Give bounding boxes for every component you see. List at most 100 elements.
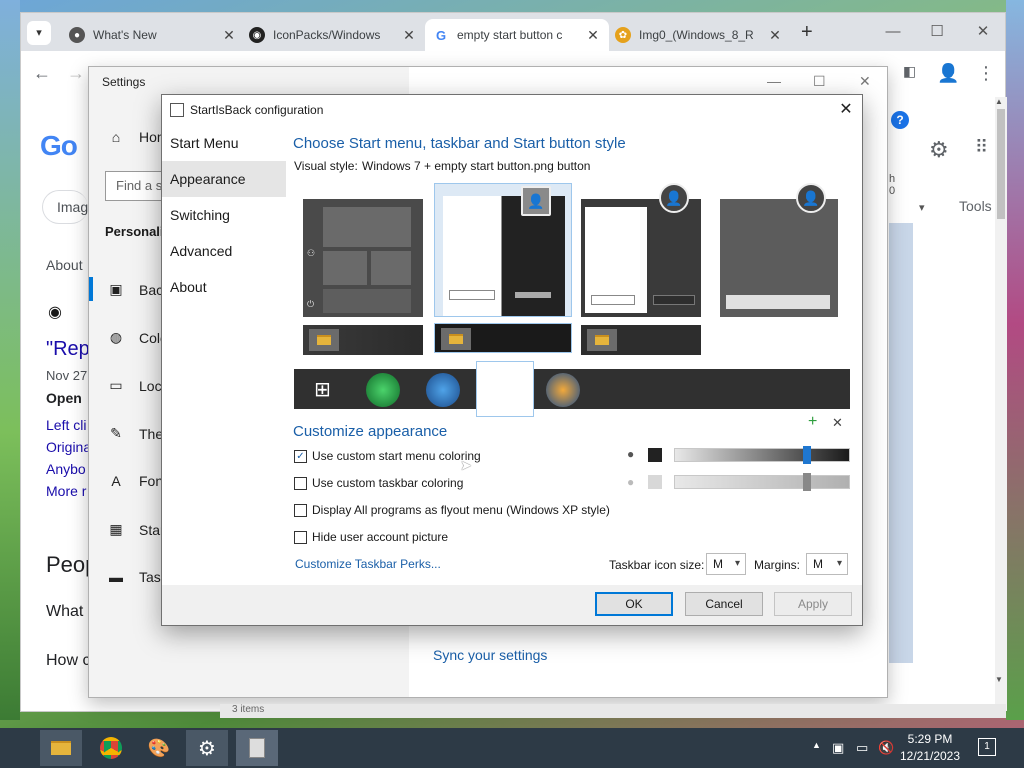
- windows-logo-icon[interactable]: ⊞: [314, 377, 331, 402]
- sync-settings-link[interactable]: Sync your settings: [433, 647, 547, 663]
- file-explorer-button[interactable]: [40, 730, 82, 766]
- close-icon[interactable]: ✕: [401, 27, 417, 44]
- dialog-nav-about[interactable]: About: [162, 269, 286, 305]
- taskbar-style-2-selected[interactable]: [434, 323, 572, 353]
- folder-icon: [587, 329, 617, 351]
- close-icon[interactable]: ✕: [834, 98, 858, 122]
- people-q2[interactable]: How c: [46, 652, 90, 670]
- settings-nav-taskbar[interactable]: ▬ Task: [105, 569, 168, 585]
- display-icon[interactable]: ▭: [856, 740, 868, 756]
- menu-style-windows7-dark[interactable]: 👤: [581, 183, 701, 317]
- menu-style-windows-vista[interactable]: 👤: [720, 183, 838, 317]
- light-color-swatch[interactable]: [648, 475, 662, 489]
- taskbar-style-1[interactable]: [303, 325, 423, 355]
- close-icon[interactable]: ✕: [767, 27, 783, 44]
- tab-search-button[interactable]: ▾: [27, 21, 51, 45]
- tab-whats-new[interactable]: ● What's New ✕: [61, 19, 245, 51]
- new-tab-button[interactable]: +: [801, 21, 813, 44]
- scrollbar-thumb[interactable]: [997, 109, 1005, 219]
- tab-iconpacks[interactable]: ◉ IconPacks/Windows ✕: [241, 19, 425, 51]
- settings-nav-lock[interactable]: ▭ Lock: [105, 377, 168, 394]
- section-title: Personali: [105, 224, 164, 239]
- settings-button[interactable]: ⚙: [186, 730, 228, 766]
- tab-google-search[interactable]: G empty start button c ✕: [425, 19, 609, 51]
- settings-nav-themes[interactable]: ✎ Ther: [105, 425, 168, 442]
- windows-orb-icon[interactable]: [546, 373, 580, 407]
- minimize-button[interactable]: —: [767, 73, 781, 89]
- user-avatar-icon: 👤: [659, 183, 689, 213]
- visual-style-label: Visual style:: [294, 159, 358, 173]
- help-icon[interactable]: ?: [891, 111, 909, 129]
- menu-style-windows7-selected[interactable]: 👤: [434, 183, 572, 317]
- profile-icon[interactable]: 👤: [937, 63, 959, 84]
- dark-color-swatch[interactable]: [648, 448, 662, 462]
- checkbox[interactable]: [294, 503, 307, 517]
- tab-img0[interactable]: ✿ Img0_(Windows_8_R ✕: [607, 19, 791, 51]
- result-link-2[interactable]: Origina: [46, 439, 91, 455]
- checkbox[interactable]: [294, 530, 307, 544]
- dialog-nav-start-menu[interactable]: Start Menu: [162, 125, 286, 161]
- icon-size-select[interactable]: M ▾: [706, 553, 746, 575]
- result-link-1[interactable]: Left cli: [46, 417, 86, 433]
- margins-select[interactable]: M ▾: [806, 553, 848, 575]
- apps-grid-icon[interactable]: ⠿: [975, 137, 988, 158]
- settings-nav-fonts[interactable]: A Font: [105, 473, 167, 489]
- wallpaper-right: [1006, 0, 1024, 720]
- clover-orb-icon[interactable]: [366, 373, 400, 407]
- close-window-button[interactable]: ✕: [859, 73, 871, 90]
- menu-dots-icon[interactable]: ⋮: [977, 63, 995, 84]
- scroll-up-arrow-icon[interactable]: ▲: [995, 97, 1003, 106]
- scroll-down-arrow-icon[interactable]: ▼: [995, 675, 1003, 684]
- sidepanel-icon[interactable]: ◧: [903, 63, 916, 80]
- dialog-nav-appearance[interactable]: Appearance: [162, 161, 286, 197]
- apply-button[interactable]: Apply: [774, 592, 852, 616]
- paint-button[interactable]: 🎨: [138, 730, 180, 766]
- option-custom-start-menu-coloring[interactable]: ✓ Use custom start menu coloring: [294, 449, 481, 463]
- maximize-button[interactable]: ☐: [923, 19, 951, 45]
- settings-nav-start[interactable]: ▦ Start: [105, 521, 168, 538]
- add-icon[interactable]: +: [808, 413, 817, 431]
- ok-button[interactable]: OK: [595, 592, 673, 616]
- notification-badge[interactable]: 1: [978, 738, 996, 756]
- option-flyout-menu[interactable]: Display All programs as flyout menu (Win…: [294, 503, 610, 517]
- network-icon[interactable]: ▣: [832, 740, 844, 756]
- slider-thumb[interactable]: [803, 446, 811, 464]
- minimize-button[interactable]: —: [879, 19, 907, 45]
- settings-gear-icon[interactable]: ⚙: [929, 137, 949, 163]
- result-title[interactable]: "Rep: [46, 338, 90, 361]
- option-custom-taskbar-coloring[interactable]: Use custom taskbar coloring: [294, 476, 463, 490]
- settings-nav-colors[interactable]: ◍ Colo: [105, 329, 168, 346]
- checkbox[interactable]: [294, 476, 307, 490]
- option-hide-user-picture[interactable]: Hide user account picture: [294, 530, 448, 544]
- customize-taskbar-perks-link[interactable]: Customize Taskbar Perks...: [295, 557, 441, 571]
- result-link-4[interactable]: More r: [46, 483, 86, 499]
- back-arrow-icon[interactable]: ←: [33, 63, 51, 84]
- chrome-button[interactable]: [90, 730, 132, 766]
- checkbox-checked[interactable]: ✓: [294, 449, 307, 463]
- result-link-3[interactable]: Anybo: [46, 461, 86, 477]
- forward-arrow-icon[interactable]: →: [67, 63, 85, 84]
- close-icon[interactable]: ✕: [221, 27, 237, 44]
- maximize-button[interactable]: ☐: [813, 73, 826, 90]
- chevron-up-icon[interactable]: ▲: [812, 740, 821, 750]
- start-menu-color-slider[interactable]: [674, 446, 850, 464]
- chevron-down-icon[interactable]: ▾: [919, 201, 925, 214]
- empty-orb-selected[interactable]: [476, 361, 534, 417]
- cancel-button[interactable]: Cancel: [685, 592, 763, 616]
- people-q1[interactable]: What: [46, 603, 83, 621]
- close-icon[interactable]: ✕: [585, 27, 601, 44]
- menu-style-windows10[interactable]: ⚇ ⏻: [303, 199, 423, 317]
- startisback-button[interactable]: [236, 730, 278, 766]
- settings-home[interactable]: ⌂ Hom: [105, 129, 169, 145]
- windows7-orb-icon[interactable]: [426, 373, 460, 407]
- clock[interactable]: 5:29 PM 12/21/2023: [890, 731, 970, 765]
- remove-icon[interactable]: ✕: [832, 415, 843, 431]
- taskbar-color-slider[interactable]: [674, 473, 850, 491]
- dialog-nav-advanced[interactable]: Advanced: [162, 233, 286, 269]
- about-link[interactable]: About: [46, 257, 83, 273]
- slider-thumb[interactable]: [803, 473, 811, 491]
- taskbar-style-3[interactable]: [581, 325, 701, 355]
- dialog-nav-switching[interactable]: Switching: [162, 197, 286, 233]
- close-window-button[interactable]: ✕: [969, 19, 997, 45]
- tools-button[interactable]: Tools: [959, 198, 992, 214]
